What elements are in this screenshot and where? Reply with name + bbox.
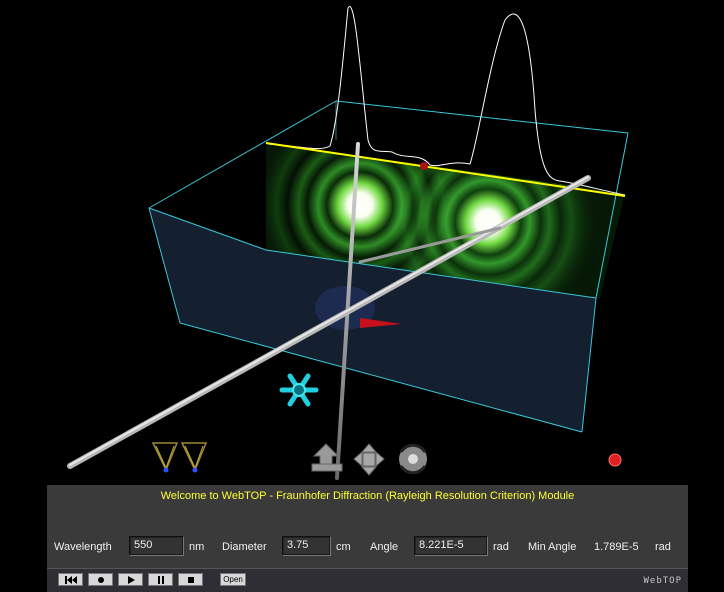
skip-back-icon bbox=[64, 575, 77, 584]
angle-label: Angle bbox=[370, 541, 399, 553]
pause-button[interactable] bbox=[148, 573, 173, 586]
play-button[interactable] bbox=[118, 573, 143, 586]
light-source-icon[interactable] bbox=[180, 442, 208, 473]
min-angle-unit: rad bbox=[655, 541, 671, 553]
baseline-marker bbox=[420, 162, 428, 170]
diameter-input[interactable]: 3.75 bbox=[282, 536, 330, 555]
light-source-icon[interactable] bbox=[151, 442, 179, 473]
min-angle-value: 1.789E-5 bbox=[594, 541, 639, 553]
pause-icon bbox=[157, 575, 164, 584]
skip-back-button[interactable] bbox=[58, 573, 83, 586]
stop-icon bbox=[187, 576, 194, 583]
diameter-label: Diameter bbox=[222, 541, 267, 553]
move-planar-icon[interactable] bbox=[353, 443, 385, 476]
cyan-dragger-icon[interactable] bbox=[279, 373, 319, 407]
angle-input[interactable]: 8.221E-5 bbox=[414, 536, 487, 555]
red-ball-icon[interactable] bbox=[608, 453, 622, 467]
wavelength-unit: nm bbox=[189, 541, 205, 553]
play-icon bbox=[127, 575, 135, 584]
playback-toolbar: Open WebTOP bbox=[47, 568, 688, 592]
wavelength-input[interactable]: 550 bbox=[129, 536, 183, 555]
record-button[interactable] bbox=[88, 573, 113, 586]
3d-scene-viewport[interactable] bbox=[0, 0, 724, 484]
record-icon bbox=[97, 576, 104, 583]
open-button[interactable]: Open bbox=[220, 573, 246, 586]
rotate-icon[interactable] bbox=[399, 443, 427, 475]
control-panel: Welcome to WebTOP - Fraunhofer Diffracti… bbox=[47, 485, 688, 568]
wavelength-label: Wavelength bbox=[54, 541, 112, 553]
diameter-unit: cm bbox=[336, 541, 351, 553]
webtop-logo: WebTOP bbox=[643, 576, 682, 586]
welcome-message: Welcome to WebTOP - Fraunhofer Diffracti… bbox=[160, 490, 575, 502]
angle-unit: rad bbox=[493, 541, 509, 553]
min-angle-label: Min Angle bbox=[528, 541, 577, 553]
stop-button[interactable] bbox=[178, 573, 203, 586]
